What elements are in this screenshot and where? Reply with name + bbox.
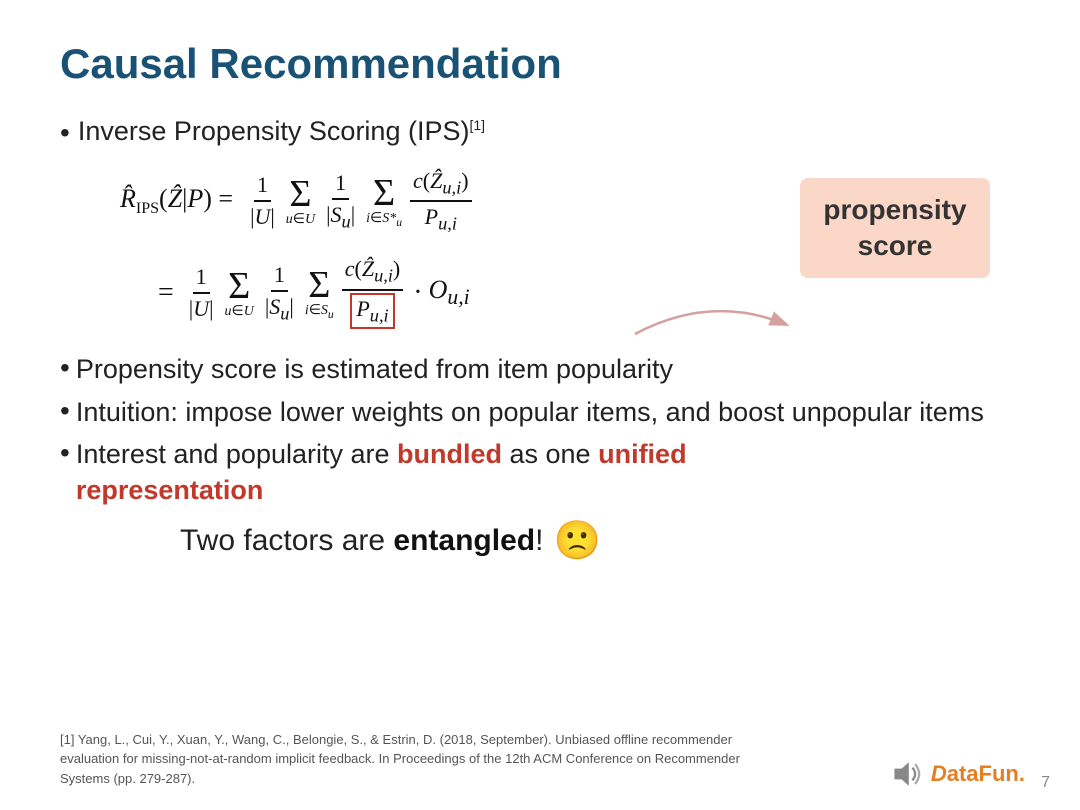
slide: Causal Recommendation • Inverse Propensi… bbox=[0, 0, 1080, 810]
frac-1-Su-2: 1 |Su| bbox=[262, 262, 297, 324]
bullet-section-ips: • Inverse Propensity Scoring (IPS)[1] bbox=[60, 116, 1020, 150]
sad-emoji: 🙁 bbox=[553, 519, 600, 563]
sum-uU-2: Σ u∈U bbox=[225, 267, 254, 319]
datafun-logo: DataFun. bbox=[889, 756, 1025, 792]
frac-1-U-2: 1 |U| bbox=[186, 264, 217, 322]
bullet-items-lower: • Propensity score is estimated from ite… bbox=[60, 351, 1020, 509]
entangled-suffix: ! bbox=[535, 524, 543, 558]
red-box-P: Pu,i bbox=[350, 293, 394, 329]
bullet-dot-lower-2: • bbox=[60, 394, 70, 428]
entangled-bold: entangled bbox=[385, 524, 535, 558]
footnote: [1] Yang, L., Cui, Y., Xuan, Y., Wang, C… bbox=[60, 730, 740, 789]
frac-c-P-boxed: c(Ẑu,i) Pu,i bbox=[342, 256, 404, 329]
propensity-callout-text: propensityscore bbox=[823, 194, 966, 261]
bullet-lower-1: • Propensity score is estimated from ite… bbox=[60, 351, 1020, 387]
slide-number: 7 bbox=[1041, 774, 1050, 792]
ips-sup: [1] bbox=[469, 117, 485, 133]
bullet-item-ips: • Inverse Propensity Scoring (IPS)[1] bbox=[60, 116, 1020, 150]
datafun-text: DataFun. bbox=[931, 761, 1025, 787]
equals-sign: = bbox=[158, 277, 174, 309]
frac-1-Su: 1 |Su| bbox=[323, 170, 358, 232]
speaker-icon bbox=[889, 756, 925, 792]
bullet-dot-1: • bbox=[60, 116, 70, 150]
ips-label: Inverse Propensity Scoring (IPS)[1] bbox=[78, 116, 485, 147]
slide-title: Causal Recommendation bbox=[60, 40, 1020, 88]
O-term: Ou,i bbox=[429, 275, 470, 310]
cdot: · bbox=[413, 277, 422, 309]
bullet-lower-3-text: Interest and popularity are bundled as o… bbox=[76, 436, 687, 509]
bullet-lower-3: • Interest and popularity are bundled as… bbox=[60, 436, 1020, 509]
unified-word: unified bbox=[598, 439, 687, 469]
bullet-dot-lower-3: • bbox=[60, 436, 70, 470]
sum-iSu: Σ i∈Su bbox=[305, 266, 334, 320]
sum-iSu-star: Σ i∈S*u bbox=[366, 174, 402, 228]
entangled-prefix: Two factors are bbox=[180, 524, 385, 558]
bullet-lower-1-text: Propensity score is estimated from item … bbox=[76, 351, 673, 387]
bullet-lower-2: • Intuition: impose lower weights on pop… bbox=[60, 394, 1020, 430]
entangled-section: Two factors are entangled ! 🙁 bbox=[180, 519, 1020, 563]
callout-arrow bbox=[630, 304, 790, 344]
formula-lhs-1: R̂IPS(Ẑ|P) = bbox=[120, 184, 233, 218]
representation-word: representation bbox=[76, 475, 264, 505]
propensity-callout: propensityscore bbox=[800, 178, 990, 279]
bundled-word: bundled bbox=[397, 439, 502, 469]
frac-c-P: c(Ẑu,i) Pu,i bbox=[410, 168, 472, 235]
bullet-lower-2-text: Intuition: impose lower weights on popul… bbox=[76, 394, 984, 430]
bullet-dot-lower-1: • bbox=[60, 351, 70, 385]
sum-uU-1: Σ u∈U bbox=[286, 175, 315, 227]
formula-block: R̂IPS(Ẑ|P) = 1 |U| Σ u∈U 1 |Su| Σ i∈S*u bbox=[120, 168, 1020, 330]
frac-1-U: 1 |U| bbox=[247, 172, 278, 230]
